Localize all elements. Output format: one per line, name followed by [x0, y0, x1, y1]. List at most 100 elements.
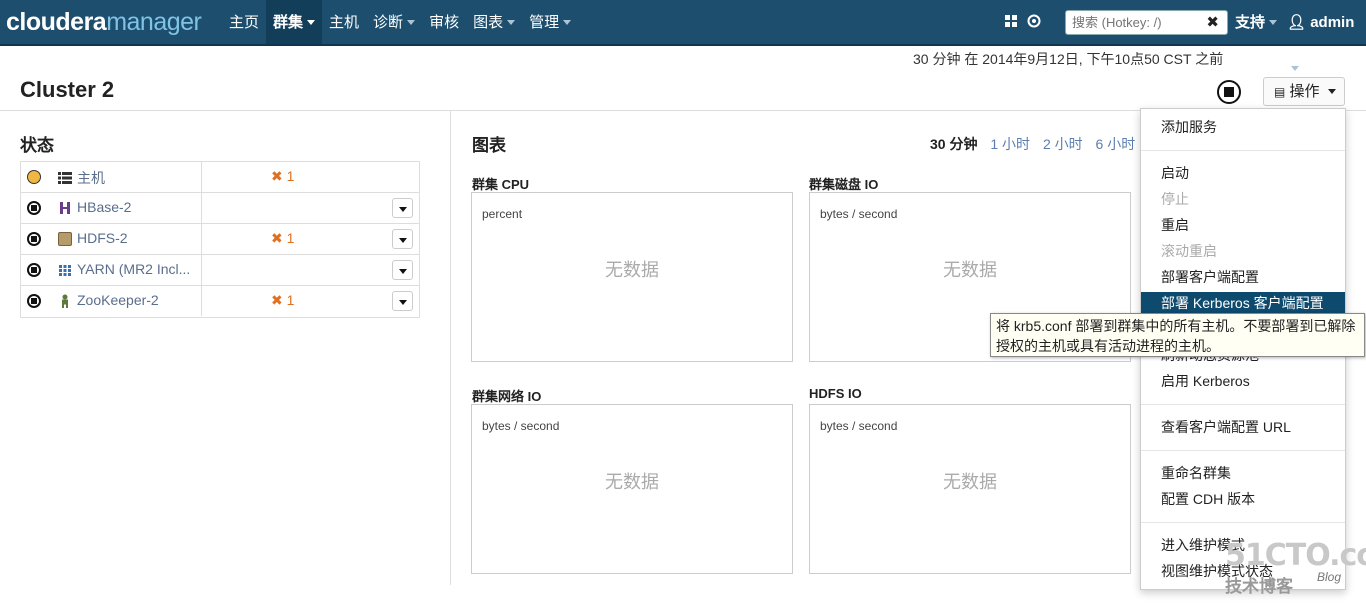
column-divider [201, 286, 202, 316]
menu-item-restart[interactable]: 重启 [1141, 214, 1345, 237]
zookeeper-icon [58, 294, 72, 308]
chart-unit: bytes / second [820, 419, 898, 433]
service-name[interactable]: HDFS-2 [77, 230, 128, 246]
nav-administration-label: 管理 [529, 14, 560, 31]
range-30min[interactable]: 30 分钟 [930, 136, 977, 152]
menu-item-stop: 停止 [1161, 191, 1189, 207]
user-icon: 👤︎ [1287, 14, 1307, 31]
search-box: ✖ [1065, 10, 1228, 35]
time-range-label[interactable]: 30 分钟 在 2014年9月12日, 下午10点50 CST 之前 [913, 49, 1223, 69]
chart-title: 群集磁盘 IO [809, 177, 879, 192]
table-row[interactable]: HDFS-2 ✖ 1 [21, 224, 419, 255]
service-name[interactable]: 主机 [77, 168, 105, 188]
no-data-label: 无数据 [605, 260, 659, 280]
menu-item-deploy-client-config[interactable]: 部署客户端配置 [1141, 266, 1345, 289]
nav-audits[interactable]: 审核 [422, 0, 466, 44]
nav-diagnostics[interactable]: 诊断 [366, 0, 422, 44]
health-issues[interactable]: ✖ 1 [271, 230, 294, 247]
table-row[interactable]: 主机 ✖ 1 [21, 162, 419, 193]
cloudera-manager-logo[interactable]: clouderamanager [6, 8, 202, 37]
health-issues[interactable]: ✖ 1 [271, 292, 294, 309]
chart-panel-cpu[interactable]: percent 无数据 [471, 192, 793, 362]
nav-home[interactable]: 主页 [222, 0, 266, 44]
logo-text-cloudera: cloudera [6, 8, 107, 36]
no-data-label: 无数据 [943, 472, 997, 492]
running-commands-icon[interactable] [1026, 14, 1042, 30]
chevron-down-icon [1327, 89, 1336, 94]
watermark-text: 51CTO.com [1225, 538, 1366, 573]
search-input[interactable] [1066, 11, 1196, 34]
nav-diagnostics-label: 诊断 [373, 14, 404, 31]
menu-divider [1141, 150, 1345, 151]
column-divider [201, 224, 202, 254]
chevron-down-icon [563, 20, 572, 25]
main-nav: 主页 群集 主机 诊断 审核 图表 管理 [222, 0, 578, 44]
service-actions-dropdown[interactable] [392, 198, 413, 218]
menu-divider [1141, 450, 1345, 451]
service-name[interactable]: ZooKeeper-2 [77, 292, 159, 308]
parcels-icon[interactable] [1003, 14, 1019, 30]
service-actions-dropdown[interactable] [392, 260, 413, 280]
actions-button[interactable]: ▤ 操作 [1263, 77, 1345, 106]
chevron-down-icon [307, 20, 316, 25]
support-label: 支持 [1235, 14, 1266, 31]
service-name[interactable]: YARN (MR2 Incl... [77, 261, 190, 277]
watermark-blog: Blog [1317, 570, 1342, 584]
close-icon[interactable]: ✖ [1206, 13, 1219, 31]
service-actions-dropdown[interactable] [392, 291, 413, 311]
menu-item-upgrade-cdh[interactable]: 配置 CDH 版本 [1141, 488, 1345, 511]
support-menu[interactable]: 支持 [1235, 0, 1278, 44]
range-1h[interactable]: 1 小时 [990, 136, 1030, 152]
menu-item-view-client-config-urls[interactable]: 查看客户端配置 URL [1141, 416, 1345, 439]
health-warning-icon [27, 170, 41, 184]
nav-clusters[interactable]: 群集 [266, 0, 323, 44]
range-6h[interactable]: 6 小时 [1096, 136, 1136, 152]
wrench-icon: ✖ [271, 230, 283, 246]
actions-label: 操作 [1289, 83, 1320, 100]
menu-divider [1141, 404, 1345, 405]
range-2h[interactable]: 2 小时 [1043, 136, 1083, 152]
chart-title: HDFS IO [809, 386, 862, 401]
time-range-selector: 30 分钟 1 小时 2 小时 6 小时 [930, 134, 1144, 154]
chart-unit: percent [482, 207, 523, 221]
stopped-status-icon [27, 232, 41, 246]
hbase-icon [58, 201, 72, 215]
menu-item-add-service[interactable]: 添加服务 [1141, 116, 1345, 139]
menu-item-enable-kerberos[interactable]: 启用 Kerberos [1141, 370, 1345, 393]
nav-clusters-label: 群集 [273, 14, 304, 31]
chart-title: 群集网络 IO [472, 389, 542, 404]
table-row[interactable]: ZooKeeper-2 ✖ 1 [21, 286, 419, 317]
chevron-down-icon [407, 20, 416, 25]
list-icon: ▤ [1274, 85, 1286, 99]
health-count: 1 [286, 292, 295, 308]
column-divider [450, 111, 451, 585]
table-row[interactable]: YARN (MR2 Incl... [21, 255, 419, 286]
chart-unit: bytes / second [820, 207, 898, 221]
charts-heading: 图表 [472, 136, 506, 155]
health-count: 1 [286, 168, 295, 184]
table-row[interactable]: HBase-2 [21, 193, 419, 224]
menu-item-rename-cluster[interactable]: 重命名群集 [1141, 462, 1345, 485]
no-data-label: 无数据 [943, 260, 997, 280]
menu-divider [1141, 522, 1345, 523]
chart-panel-network-io[interactable]: bytes / second 无数据 [471, 404, 793, 574]
page-title: Cluster 2 [20, 77, 115, 102]
health-issues[interactable]: ✖ 1 [271, 168, 294, 185]
watermark-logo: 51CTO.com 技术博客 Blog [1225, 538, 1366, 598]
menu-item-start[interactable]: 启动 [1141, 162, 1345, 185]
hdfs-icon [58, 232, 72, 246]
service-name[interactable]: HBase-2 [77, 199, 131, 215]
nav-charts[interactable]: 图表 [466, 0, 522, 44]
menu-item-rolling-restart: 滚动重启 [1161, 243, 1217, 259]
service-actions-dropdown[interactable] [392, 229, 413, 249]
logo-text-manager: manager [106, 8, 202, 36]
nav-hosts[interactable]: 主机 [322, 0, 366, 44]
user-menu[interactable]: 👤︎ admin [1287, 0, 1366, 71]
no-data-label: 无数据 [605, 472, 659, 492]
chart-panel-hdfs-io[interactable]: bytes / second 无数据 [809, 404, 1131, 574]
nav-charts-label: 图表 [473, 14, 504, 31]
menu-item-deploy-kerberos-config[interactable]: 部署 Kerberos 客户端配置 [1141, 292, 1345, 315]
chart-title: 群集 CPU [472, 177, 530, 192]
nav-administration[interactable]: 管理 [522, 0, 578, 44]
column-divider [201, 162, 202, 192]
